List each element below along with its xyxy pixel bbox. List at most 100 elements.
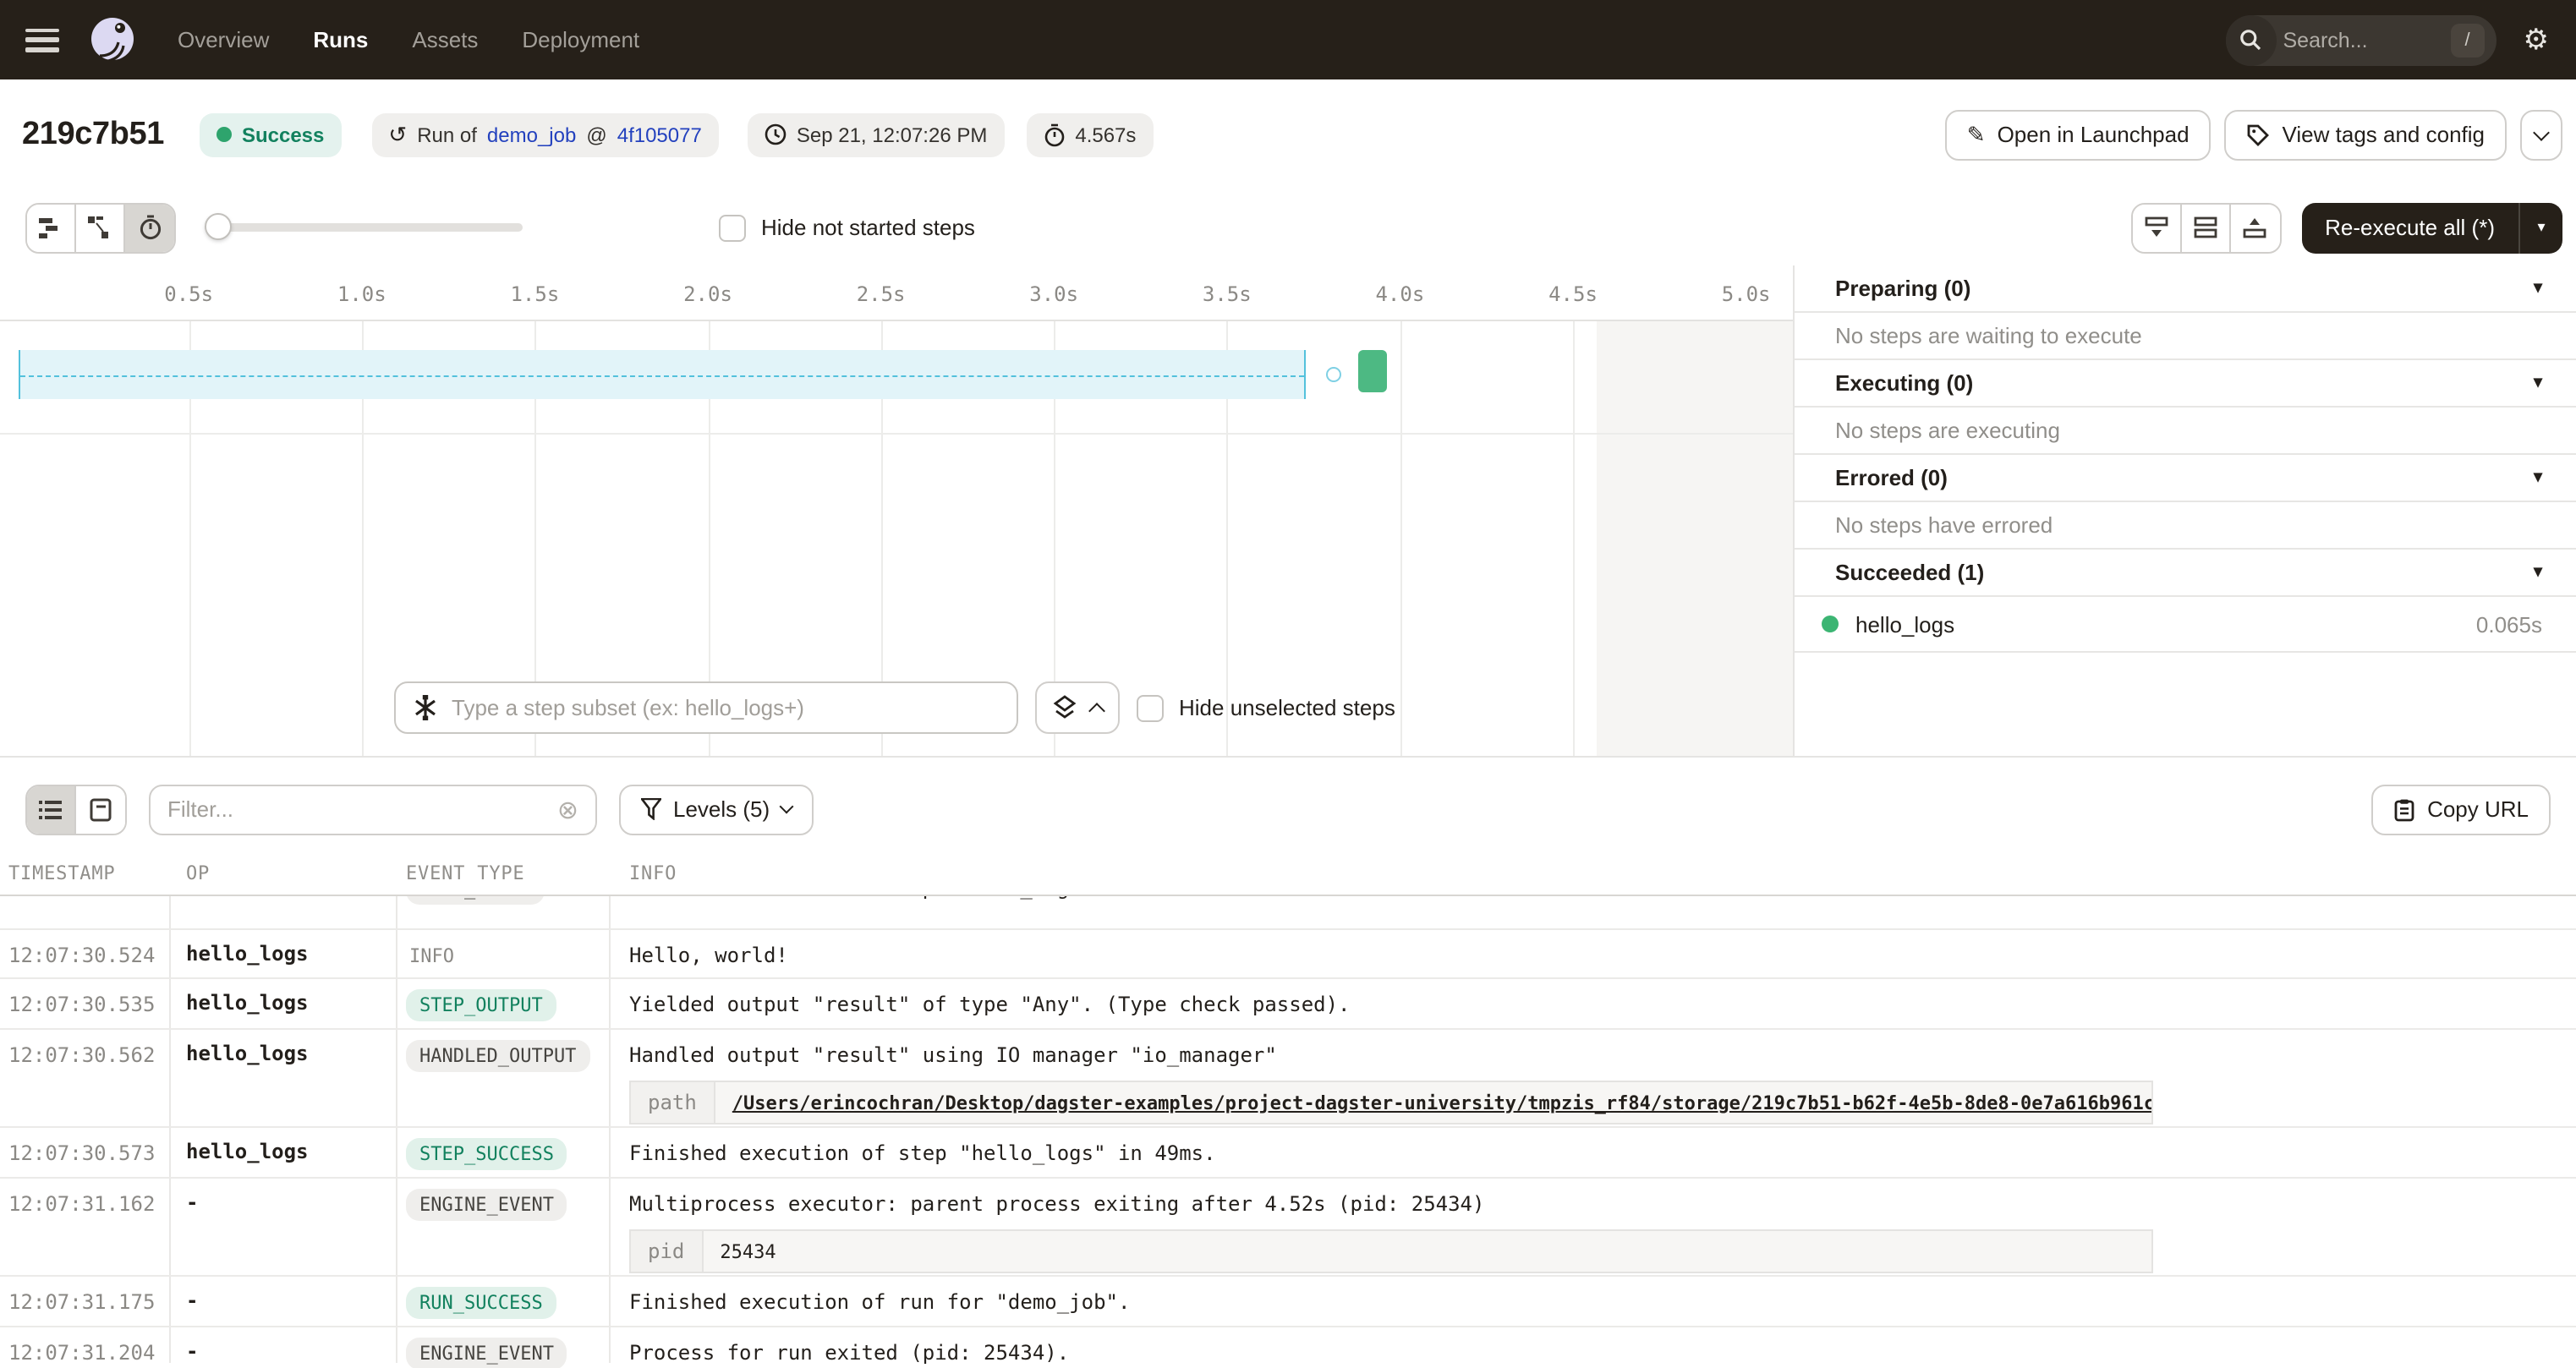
log-toolbar: ⊗ Levels (5) Copy URL <box>0 783 2576 835</box>
graph-query-toggle-button[interactable] <box>1035 681 1120 734</box>
log-table: TIMESTAMP OP EVENT TYPE INFO STEP_STARTS… <box>0 852 2576 1368</box>
metadata-value: 25434 <box>703 1231 792 1272</box>
start-time-tag: Sep 21, 12:07:26 PM <box>748 112 1005 156</box>
timed-view-button[interactable] <box>125 204 174 251</box>
tab-assets[interactable]: Assets <box>412 27 478 52</box>
tag-icon <box>2247 123 2271 146</box>
hamburger-menu-icon[interactable] <box>25 28 59 52</box>
app-root: Overview Runs Assets Deployment / ⚙ 219c7b5… <box>0 0 2576 1368</box>
flat-view-button[interactable] <box>27 204 76 251</box>
axis-tick-label: 4.5s <box>1548 282 1598 306</box>
chevron-down-icon: ▾ <box>2534 374 2542 392</box>
funnel-icon <box>641 798 661 820</box>
axis-tick-label: 3.5s <box>1203 282 1252 306</box>
clear-filter-icon[interactable]: ⊗ <box>557 794 578 824</box>
panel-section-header-errored[interactable]: Errored (0)▾ <box>1795 455 2576 502</box>
log-row[interactable]: 12:07:31.204-ENGINE_EVENTProcess for run… <box>0 1327 2576 1368</box>
tab-deployment[interactable]: Deployment <box>522 27 639 52</box>
log-info: Started execution of step "hello_logs". <box>609 896 2576 928</box>
top-nav: Overview Runs Assets Deployment / ⚙ <box>0 0 2576 79</box>
hide-not-started-checkbox[interactable] <box>719 214 746 241</box>
log-timestamp <box>0 896 169 928</box>
log-timestamp: 12:07:30.562 <box>0 1030 169 1135</box>
run-header-more-button[interactable] <box>2520 109 2562 160</box>
metadata-key: path <box>631 1082 715 1123</box>
hide-not-started-control: Hide not started steps <box>719 214 975 241</box>
col-timestamp: TIMESTAMP <box>0 862 169 884</box>
status-badge: Success <box>200 112 341 156</box>
history-icon: ↺ <box>388 121 407 148</box>
event-type-badge: HANDLED_OUTPUT <box>406 1040 589 1072</box>
log-info: Handled output "result" using IO manager… <box>609 1030 2576 1135</box>
search-shortcut-key: / <box>2451 23 2485 57</box>
log-row[interactable]: 12:07:30.562hello_logsHANDLED_OUTPUTHand… <box>0 1030 2576 1128</box>
log-timestamp: 12:07:30.573 <box>0 1128 169 1177</box>
nav-tabs: Overview Runs Assets Deployment <box>178 27 639 52</box>
log-table-header: TIMESTAMP OP EVENT TYPE INFO <box>0 852 2576 896</box>
event-type-badge: ENGINE_EVENT <box>406 1338 567 1368</box>
gear-icon[interactable]: ⚙ <box>2524 25 2550 54</box>
step-status-panel: Preparing (0)▾No steps are waiting to ex… <box>1793 265 2576 756</box>
log-row[interactable]: 12:07:30.573hello_logsSTEP_SUCCESSFinish… <box>0 1128 2576 1179</box>
search-box[interactable]: / <box>2226 14 2497 65</box>
chevron-up-icon <box>1088 703 1105 720</box>
log-info: Finished execution of run for "demo_job"… <box>609 1277 2576 1326</box>
search-input[interactable] <box>2283 28 2429 52</box>
log-op: hello_logs <box>169 1030 396 1135</box>
hide-unselected-checkbox[interactable] <box>1137 694 1164 721</box>
panel-section-header-preparing[interactable]: Preparing (0)▾ <box>1795 265 2576 313</box>
log-op: - <box>169 1277 396 1326</box>
waterfall-view-button[interactable] <box>76 204 125 251</box>
split-view-button[interactable] <box>2181 204 2230 251</box>
log-op: hello_logs <box>169 930 396 977</box>
metadata-value: /Users/erincochran/Desktop/dagster-examp… <box>715 1082 2151 1123</box>
log-rows: STEP_STARTStarted execution of step "hel… <box>0 896 2576 1368</box>
log-timestamp: 12:07:31.162 <box>0 1179 169 1283</box>
chevron-down-icon: ▾ <box>2534 279 2542 298</box>
collapse-down-button[interactable] <box>2132 204 2181 251</box>
copy-url-button[interactable]: Copy URL <box>2371 784 2551 834</box>
open-in-launchpad-button[interactable]: ✎ Open in Launchpad <box>1945 109 2212 160</box>
log-row[interactable]: 12:07:30.524hello_logsINFOHello, world! <box>0 930 2576 979</box>
dagster-logo-icon[interactable] <box>88 15 137 64</box>
zoom-slider-handle[interactable] <box>205 213 232 240</box>
step-start-marker-icon <box>1327 367 1342 382</box>
tab-overview[interactable]: Overview <box>178 27 269 52</box>
levels-dropdown-button[interactable]: Levels (5) <box>619 784 814 834</box>
panel-section-header-executing[interactable]: Executing (0)▾ <box>1795 360 2576 408</box>
log-filter-input[interactable] <box>167 796 557 822</box>
snapshot-link[interactable]: 4f105077 <box>617 123 702 146</box>
section-title: Errored (0) <box>1835 465 1948 490</box>
log-info: Finished execution of step "hello_logs" … <box>609 1128 2576 1177</box>
panel-section-header-succeeded[interactable]: Succeeded (1)▾ <box>1795 550 2576 597</box>
log-row[interactable]: STEP_STARTStarted execution of step "hel… <box>0 896 2576 930</box>
view-tags-config-button[interactable]: View tags and config <box>2225 109 2507 160</box>
log-row[interactable]: 12:07:31.175-RUN_SUCCESSFinished executi… <box>0 1277 2576 1327</box>
log-timestamp: 12:07:31.204 <box>0 1327 169 1368</box>
expand-up-button[interactable] <box>2230 204 2279 251</box>
axis-tick-label: 1.0s <box>337 282 386 306</box>
succeeded-step-row[interactable]: hello_logs0.065s <box>1795 597 2576 653</box>
log-row[interactable]: 12:07:30.535hello_logsSTEP_OUTPUTYielded… <box>0 979 2576 1030</box>
list-view-button[interactable] <box>27 785 76 833</box>
step-subset-box[interactable] <box>394 681 1018 734</box>
log-filter-box[interactable]: ⊗ <box>149 784 597 834</box>
reexecute-all-button[interactable]: Re-execute all (*) <box>2301 202 2518 253</box>
step-subset-input[interactable] <box>452 695 1000 720</box>
job-link[interactable]: demo_job <box>487 123 576 146</box>
step-subset-controls: Hide unselected steps <box>394 681 1395 734</box>
run-id-title: 219c7b51 <box>22 116 164 153</box>
tab-runs[interactable]: Runs <box>313 27 368 52</box>
hide-unselected-control: Hide unselected steps <box>1137 694 1395 721</box>
gantt-toolbar: Hide not started steps Re-execute all (*… <box>0 189 2576 265</box>
axis-tick-label: 5.0s <box>1722 282 1771 306</box>
log-timestamp: 12:07:30.524 <box>0 930 169 977</box>
clipboard-icon <box>2393 797 2415 821</box>
gantt-step-bar[interactable] <box>1358 350 1386 392</box>
path-link[interactable]: /Users/erincochran/Desktop/dagster-examp… <box>732 1092 2151 1114</box>
reexecute-dropdown-button[interactable]: ▾ <box>2518 202 2562 253</box>
log-row[interactable]: 12:07:31.162-ENGINE_EVENTMultiprocess ex… <box>0 1179 2576 1277</box>
zoom-slider[interactable] <box>205 223 523 232</box>
structured-view-button[interactable] <box>76 785 125 833</box>
axis-tick-label: 4.0s <box>1375 282 1424 306</box>
